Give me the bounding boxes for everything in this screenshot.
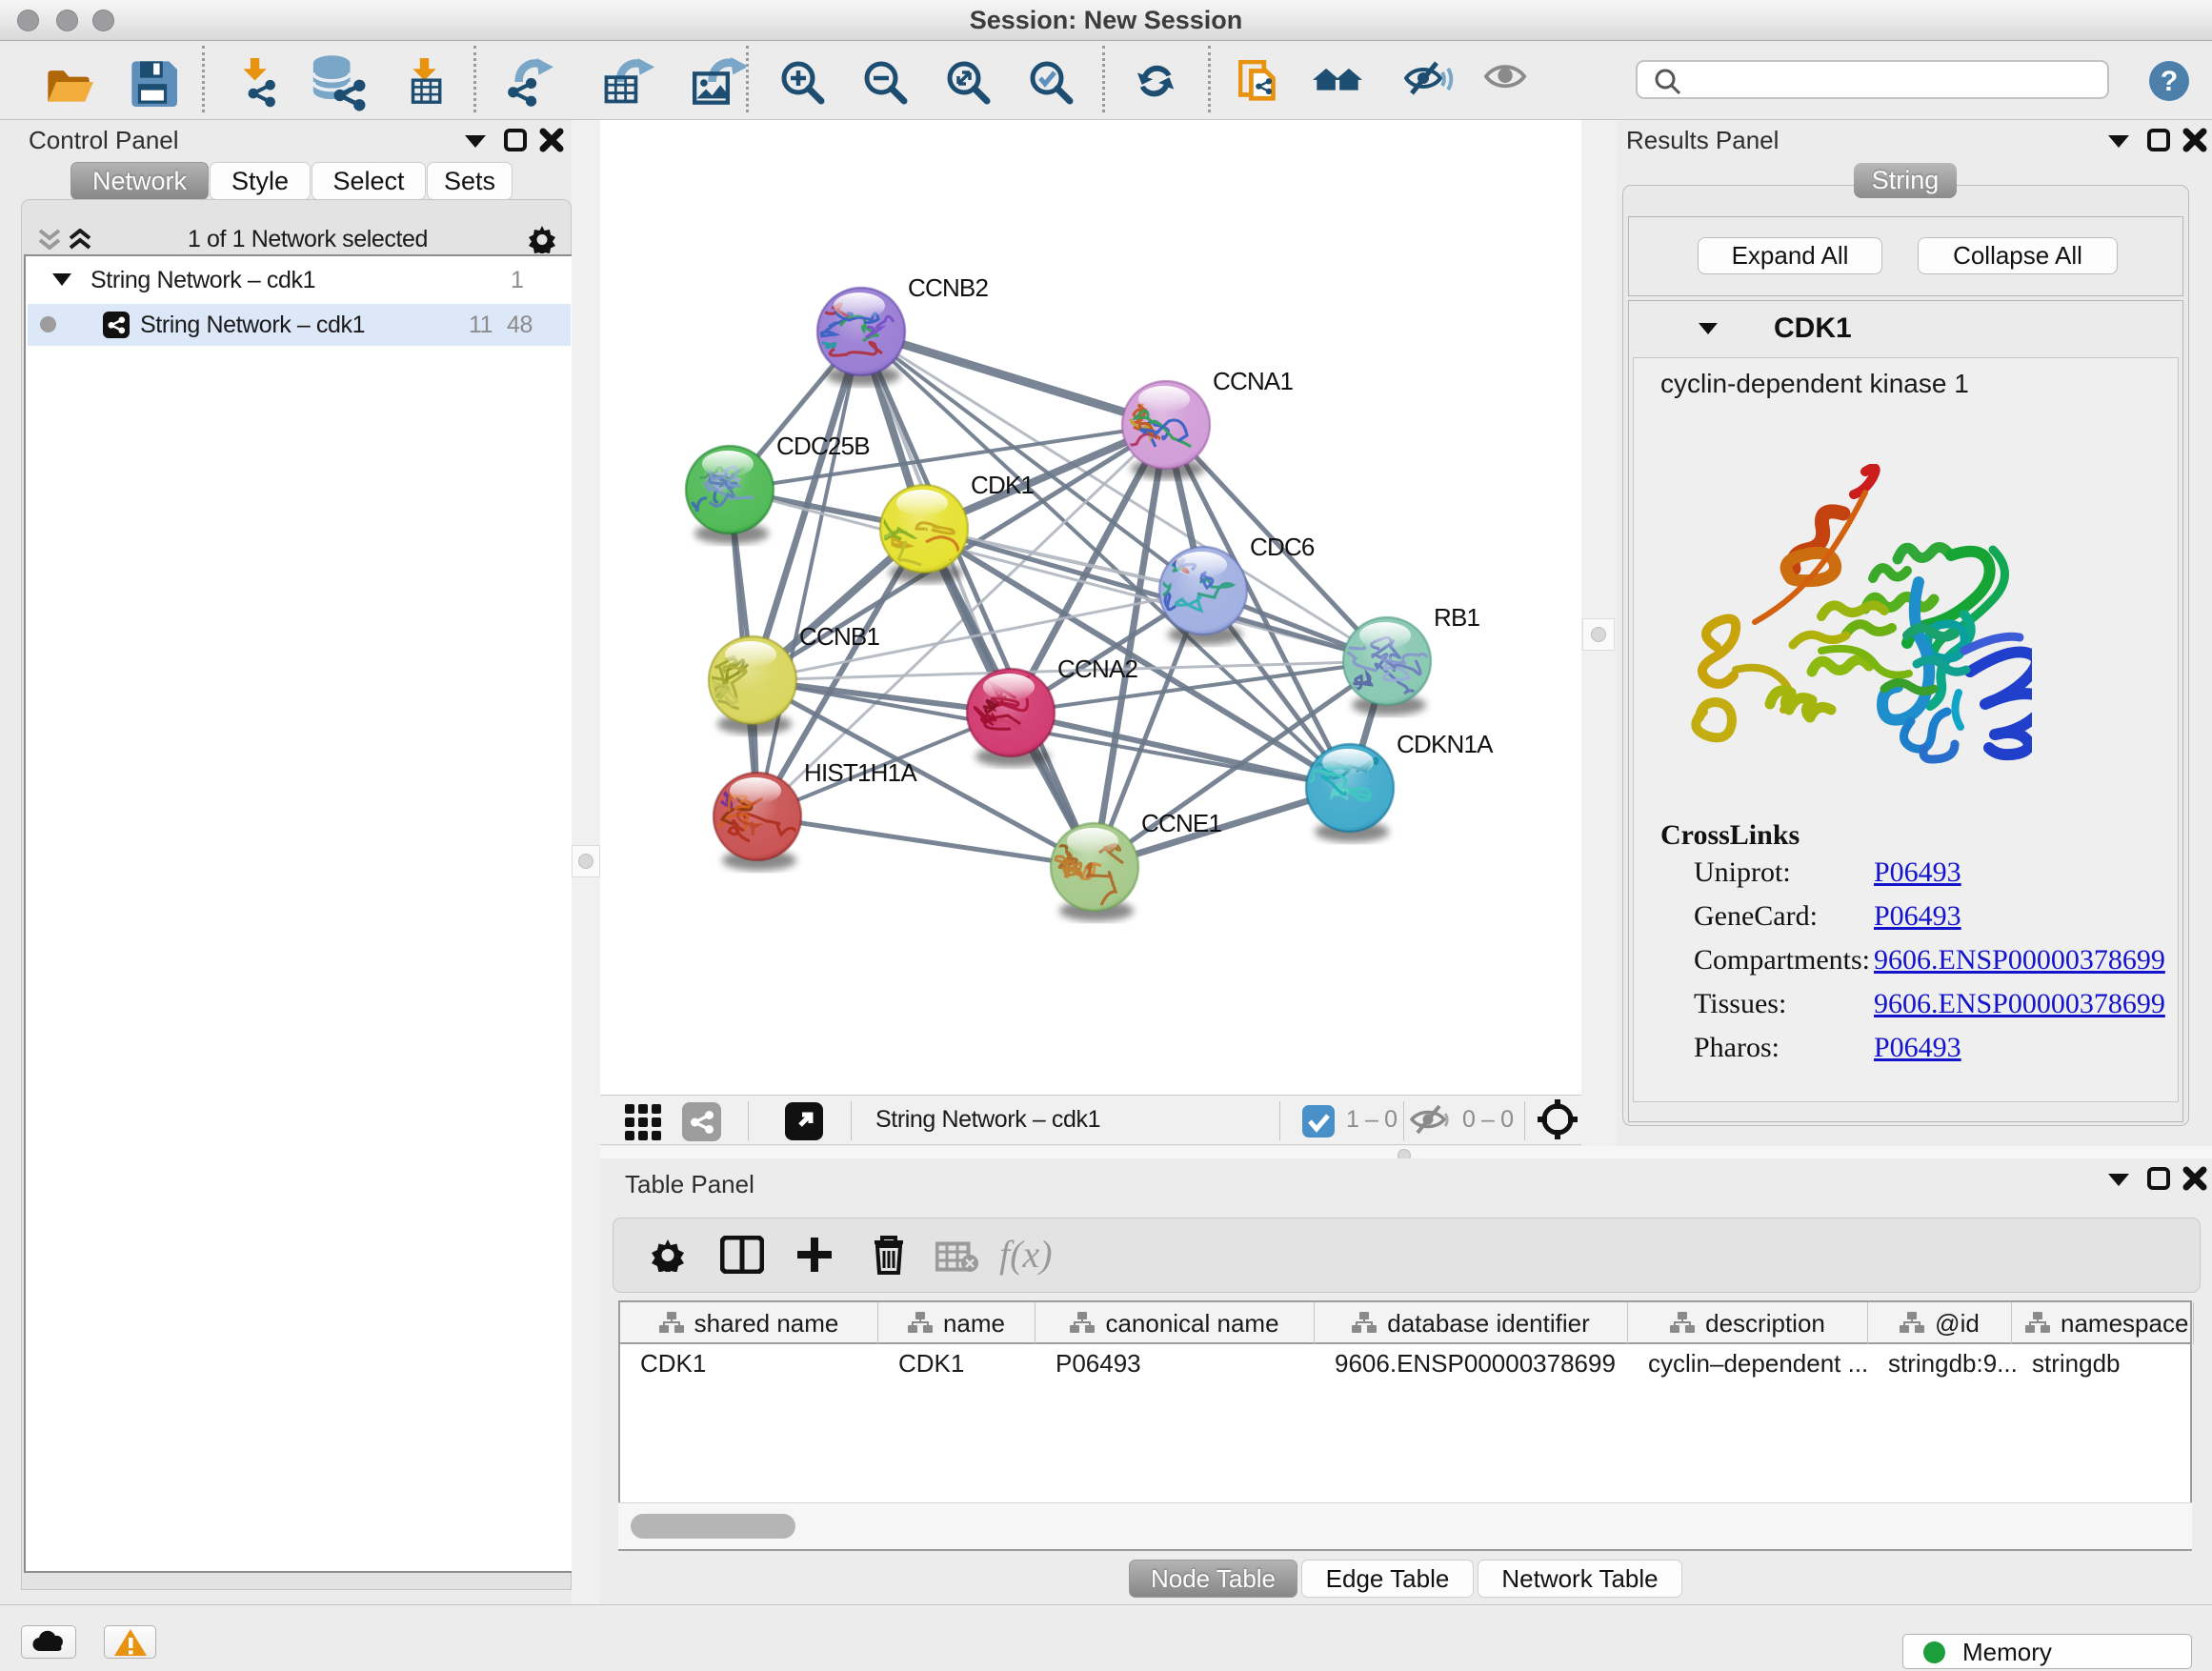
- svg-text:CCNA2: CCNA2: [1057, 654, 1137, 683]
- svg-text:CCNB1: CCNB1: [799, 622, 879, 651]
- svg-text:CDC25B: CDC25B: [776, 432, 870, 460]
- svg-text:CDC6: CDC6: [1250, 533, 1315, 561]
- svg-text:RB1: RB1: [1434, 603, 1480, 632]
- svg-text:?: ?: [2161, 66, 2178, 97]
- svg-text:CCNE1: CCNE1: [1141, 809, 1221, 837]
- svg-text:CCNA1: CCNA1: [1213, 367, 1293, 395]
- svg-text:CDK1: CDK1: [971, 471, 1034, 499]
- svg-text:CCNB2: CCNB2: [908, 273, 988, 302]
- svg-text:CDKN1A: CDKN1A: [1397, 730, 1494, 758]
- svg-text:HIST1H1A: HIST1H1A: [804, 758, 917, 787]
